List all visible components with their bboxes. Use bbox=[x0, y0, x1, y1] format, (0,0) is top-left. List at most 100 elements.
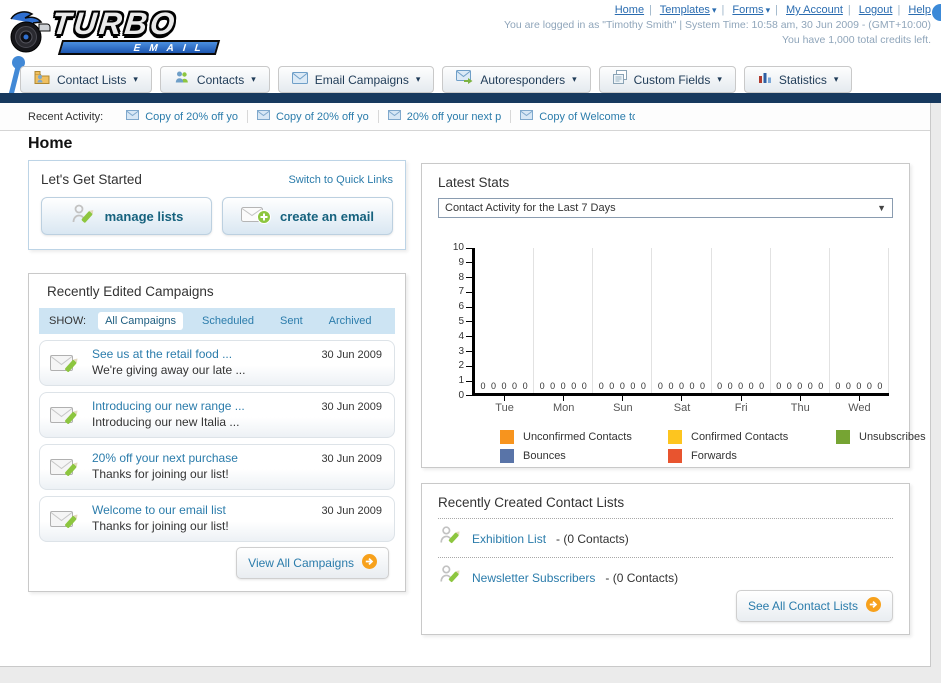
contact-list-detail: - (0 Contacts) bbox=[605, 570, 679, 585]
chart-x-tick-label: Mon bbox=[553, 402, 575, 414]
nav-tab-label: Statistics bbox=[778, 72, 827, 87]
stats-period-select[interactable]: Contact Activity for the Last 7 Days ▼ bbox=[438, 198, 893, 218]
chart-x-tick-label: Thu bbox=[790, 402, 810, 414]
chart-y-tick: 0 bbox=[458, 389, 472, 401]
contact-list-link[interactable]: Newsletter Subscribers bbox=[472, 571, 595, 585]
nav-tab-email-campaigns[interactable]: Email Campaigns ▾ bbox=[277, 66, 435, 93]
header-link-home[interactable]: Home bbox=[615, 4, 644, 16]
chart-value-label: 0 bbox=[657, 381, 663, 391]
chart-y-tick-label: 3 bbox=[458, 345, 464, 357]
tab-scheduled[interactable]: Scheduled bbox=[195, 312, 261, 330]
campaign-date: 30 Jun 2009 bbox=[321, 505, 382, 517]
recent-activity-item[interactable]: 20% off your next p bbox=[379, 110, 512, 123]
nav-tab-statistics[interactable]: Statistics ▾ bbox=[743, 66, 853, 93]
header-link-forms[interactable]: Forms bbox=[732, 4, 763, 16]
chart-day-column: 00000 bbox=[712, 248, 771, 393]
latest-stats-panel: Latest Stats Contact Activity for the La… bbox=[421, 163, 926, 468]
credits-info: You have 1,000 total credits left. bbox=[781, 34, 931, 46]
chart-value-label: 0 bbox=[598, 381, 604, 391]
main-content: Recent Activity: Copy of 20% off yo Copy… bbox=[0, 103, 931, 667]
tab-all-campaigns[interactable]: All Campaigns bbox=[98, 312, 183, 330]
envelope-icon bbox=[387, 110, 401, 123]
person-pencil-icon bbox=[438, 563, 462, 592]
recent-activity-text: Copy of 20% off yo bbox=[275, 110, 369, 123]
chart-x-tick: Thu bbox=[771, 396, 830, 414]
envelope-pencil-icon bbox=[50, 455, 80, 486]
contact-list-link[interactable]: Exhibition List bbox=[472, 532, 546, 546]
campaign-date: 30 Jun 2009 bbox=[321, 453, 382, 465]
link-separator: | bbox=[775, 4, 778, 16]
tab-archived[interactable]: Archived bbox=[322, 312, 379, 330]
chart-value-label: 0 bbox=[491, 381, 497, 391]
chart-value-label: 0 bbox=[727, 381, 733, 391]
envelope-icon bbox=[126, 110, 140, 123]
link-separator: | bbox=[721, 4, 725, 16]
stats-period-value: Contact Activity for the Last 7 Days bbox=[445, 202, 616, 214]
chevron-down-icon: ▾ bbox=[717, 74, 722, 84]
recent-activity-item[interactable]: Copy of 20% off yo bbox=[248, 110, 379, 123]
see-all-contact-lists-button[interactable]: See All Contact Lists bbox=[735, 590, 893, 622]
contact-lists-panel: Recently Created Contact Lists Exhibitio… bbox=[421, 483, 910, 635]
contact-lists-title: Recently Created Contact Lists bbox=[438, 495, 625, 510]
chart-y-tick: 2 bbox=[458, 361, 472, 371]
chart-value-label: 0 bbox=[776, 381, 782, 391]
chart-x-axis: Tue Mon Sun Sat Fri Thu Wed bbox=[475, 396, 889, 414]
nav-tab-contacts[interactable]: Contacts ▾ bbox=[159, 66, 270, 93]
chart-y-tick: 6 bbox=[458, 302, 472, 312]
header-link-my-account[interactable]: My Account bbox=[786, 4, 843, 16]
chart-x-tick-mark bbox=[563, 396, 565, 401]
chart-y-tick-label: 4 bbox=[458, 330, 464, 342]
show-label: SHOW: bbox=[49, 315, 87, 327]
manage-lists-button[interactable]: manage lists bbox=[41, 197, 212, 235]
chart-day-column: 00000 bbox=[593, 248, 653, 393]
legend-item: Unconfirmed Contacts bbox=[500, 430, 668, 444]
campaign-subtitle: Introducing our new Italia ... bbox=[92, 415, 240, 429]
chart-day-column: 00000 bbox=[771, 248, 830, 393]
header-link-help[interactable]: Help bbox=[908, 4, 931, 16]
tab-sent[interactable]: Sent bbox=[273, 312, 310, 330]
chart-value-label: 0 bbox=[717, 381, 723, 391]
chart-value-label: 0 bbox=[807, 381, 813, 391]
envelope-pencil-icon bbox=[50, 507, 80, 538]
legend-swatch bbox=[668, 430, 682, 444]
chart-value-label: 0 bbox=[689, 381, 695, 391]
chart-y-tick: 5 bbox=[458, 316, 472, 327]
header-link-templates[interactable]: Templates bbox=[660, 4, 710, 16]
contact-list-detail: - (0 Contacts) bbox=[556, 531, 629, 546]
contact-lists-folder-icon bbox=[34, 70, 50, 89]
header-link-logout[interactable]: Logout bbox=[859, 4, 893, 16]
nav-tab-label: Contacts bbox=[196, 72, 245, 87]
nav-tab-autoresponders[interactable]: Autoresponders ▾ bbox=[442, 66, 591, 93]
chart-x-tick-mark bbox=[858, 396, 860, 401]
chart-x-tick: Sat bbox=[652, 396, 711, 414]
recent-activity-item[interactable]: Copy of Welcome to bbox=[511, 110, 644, 123]
chart-x-tick-label: Fri bbox=[734, 402, 748, 414]
create-email-label: create an email bbox=[280, 208, 374, 224]
campaign-date: 30 Jun 2009 bbox=[321, 401, 382, 413]
chart-value-label: 0 bbox=[550, 381, 556, 391]
recent-activity-item[interactable]: Copy of 20% off yo bbox=[117, 110, 248, 123]
chart-value-label: 0 bbox=[786, 381, 792, 391]
nav-tab-label: Autoresponders bbox=[480, 72, 566, 87]
chart-value-label: 0 bbox=[512, 381, 518, 391]
view-all-campaigns-button[interactable]: View All Campaigns bbox=[236, 547, 389, 579]
session-info: You are logged in as "Timothy Smith" | S… bbox=[504, 19, 931, 31]
nav-tab-label: Email Campaigns bbox=[314, 72, 409, 87]
switch-quick-links-link[interactable]: Switch to Quick Links bbox=[288, 174, 393, 186]
header-links: Home | Templates ▾ | Forms ▾ | My Account | Lo… bbox=[504, 4, 941, 21]
chart-zero-row: 00000 bbox=[830, 381, 888, 393]
chart-legend: Unconfirmed Contacts Confirmed Contacts Un… bbox=[500, 430, 926, 463]
chart-value-label: 0 bbox=[522, 381, 528, 391]
chart-y-tick-label: 2 bbox=[458, 360, 464, 372]
campaign-row: 20% off your next purchase Thanks for joi… bbox=[39, 444, 395, 490]
chart-x-tick: Sun bbox=[593, 396, 652, 414]
create-email-button[interactable]: create an email bbox=[222, 197, 393, 235]
chart-y-tick-label: 1 bbox=[458, 375, 464, 387]
chevron-down-icon: ▾ bbox=[711, 5, 717, 15]
chevron-down-icon: ▾ bbox=[251, 74, 256, 84]
chart-y-tick-label: 0 bbox=[458, 389, 464, 401]
nav-tab-contact-lists[interactable]: Contact Lists ▾ bbox=[20, 66, 152, 93]
chart-x-tick-label: Wed bbox=[848, 402, 871, 414]
nav-tab-label: Custom Fields bbox=[633, 72, 711, 87]
nav-tab-custom-fields[interactable]: Custom Fields ▾ bbox=[598, 66, 736, 93]
